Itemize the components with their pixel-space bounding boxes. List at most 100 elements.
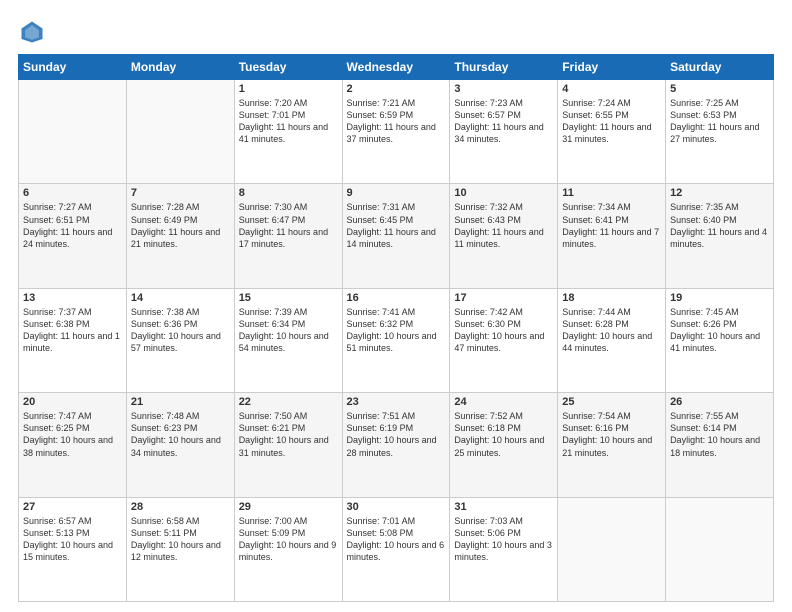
day-info: Sunrise: 7:45 AM Sunset: 6:26 PM Dayligh…: [670, 306, 769, 355]
day-number: 11: [562, 187, 661, 199]
calendar-cell: 2 Sunrise: 7:21 AM Sunset: 6:59 PM Daylig…: [342, 80, 450, 184]
logo: [18, 18, 50, 46]
day-number: 16: [347, 292, 446, 304]
calendar-cell: 10 Sunrise: 7:32 AM Sunset: 6:43 PM Dayli…: [450, 184, 558, 288]
calendar-table: SundayMondayTuesdayWednesdayThursdayFrid…: [18, 54, 774, 602]
calendar-cell: [19, 80, 127, 184]
day-of-week-header: Tuesday: [234, 55, 342, 80]
calendar-week-row: 6 Sunrise: 7:27 AM Sunset: 6:51 PM Daylig…: [19, 184, 774, 288]
day-info: Sunrise: 7:24 AM Sunset: 6:55 PM Dayligh…: [562, 97, 661, 146]
day-of-week-header: Friday: [558, 55, 666, 80]
day-number: 2: [347, 83, 446, 95]
calendar-cell: 1 Sunrise: 7:20 AM Sunset: 7:01 PM Daylig…: [234, 80, 342, 184]
calendar-cell: 23 Sunrise: 7:51 AM Sunset: 6:19 PM Dayli…: [342, 393, 450, 497]
day-number: 10: [454, 187, 553, 199]
day-number: 12: [670, 187, 769, 199]
day-number: 3: [454, 83, 553, 95]
day-number: 26: [670, 396, 769, 408]
day-number: 21: [131, 396, 230, 408]
day-number: 25: [562, 396, 661, 408]
calendar-cell: 30 Sunrise: 7:01 AM Sunset: 5:08 PM Dayli…: [342, 497, 450, 601]
calendar-cell: 12 Sunrise: 7:35 AM Sunset: 6:40 PM Dayli…: [666, 184, 774, 288]
calendar-week-row: 13 Sunrise: 7:37 AM Sunset: 6:38 PM Dayli…: [19, 288, 774, 392]
day-number: 13: [23, 292, 122, 304]
header: [18, 18, 774, 46]
calendar-cell: 27Sunrise: 6:57 AM Sunset: 5:13 PM Dayli…: [19, 497, 127, 601]
calendar-header-row: SundayMondayTuesdayWednesdayThursdayFrid…: [19, 55, 774, 80]
day-number: 15: [239, 292, 338, 304]
day-info: Sunrise: 7:25 AM Sunset: 6:53 PM Dayligh…: [670, 97, 769, 146]
day-of-week-header: Thursday: [450, 55, 558, 80]
day-info: Sunrise: 7:34 AM Sunset: 6:41 PM Dayligh…: [562, 201, 661, 250]
day-info: Sunrise: 7:54 AM Sunset: 6:16 PM Dayligh…: [562, 410, 661, 459]
day-info: Sunrise: 7:32 AM Sunset: 6:43 PM Dayligh…: [454, 201, 553, 250]
day-of-week-header: Saturday: [666, 55, 774, 80]
calendar-week-row: 27Sunrise: 6:57 AM Sunset: 5:13 PM Dayli…: [19, 497, 774, 601]
day-info: Sunrise: 7:37 AM Sunset: 6:38 PM Dayligh…: [23, 306, 122, 355]
day-info: Sunrise: 6:57 AM Sunset: 5:13 PM Dayligh…: [23, 515, 122, 564]
day-info: Sunrise: 7:00 AM Sunset: 5:09 PM Dayligh…: [239, 515, 338, 564]
day-info: Sunrise: 7:21 AM Sunset: 6:59 PM Dayligh…: [347, 97, 446, 146]
day-number: 9: [347, 187, 446, 199]
day-number: 29: [239, 501, 338, 513]
day-info: Sunrise: 7:44 AM Sunset: 6:28 PM Dayligh…: [562, 306, 661, 355]
calendar-cell: 5 Sunrise: 7:25 AM Sunset: 6:53 PM Daylig…: [666, 80, 774, 184]
day-number: 17: [454, 292, 553, 304]
page: SundayMondayTuesdayWednesdayThursdayFrid…: [0, 0, 792, 612]
day-info: Sunrise: 7:51 AM Sunset: 6:19 PM Dayligh…: [347, 410, 446, 459]
day-number: 14: [131, 292, 230, 304]
day-info: Sunrise: 7:52 AM Sunset: 6:18 PM Dayligh…: [454, 410, 553, 459]
calendar-cell: 20 Sunrise: 7:47 AM Sunset: 6:25 PM Dayli…: [19, 393, 127, 497]
calendar-cell: 4 Sunrise: 7:24 AM Sunset: 6:55 PM Daylig…: [558, 80, 666, 184]
day-number: 1: [239, 83, 338, 95]
day-number: 23: [347, 396, 446, 408]
day-info: Sunrise: 7:20 AM Sunset: 7:01 PM Dayligh…: [239, 97, 338, 146]
calendar-week-row: 1 Sunrise: 7:20 AM Sunset: 7:01 PM Daylig…: [19, 80, 774, 184]
calendar-cell: [126, 80, 234, 184]
calendar-cell: 16Sunrise: 7:41 AM Sunset: 6:32 PM Dayli…: [342, 288, 450, 392]
calendar-cell: 18 Sunrise: 7:44 AM Sunset: 6:28 PM Dayli…: [558, 288, 666, 392]
day-number: 20: [23, 396, 122, 408]
day-info: Sunrise: 7:03 AM Sunset: 5:06 PM Dayligh…: [454, 515, 553, 564]
day-info: Sunrise: 7:48 AM Sunset: 6:23 PM Dayligh…: [131, 410, 230, 459]
day-number: 6: [23, 187, 122, 199]
calendar-cell: 19 Sunrise: 7:45 AM Sunset: 6:26 PM Dayli…: [666, 288, 774, 392]
day-number: 31: [454, 501, 553, 513]
calendar-cell: [558, 497, 666, 601]
calendar-cell: 26Sunrise: 7:55 AM Sunset: 6:14 PM Dayli…: [666, 393, 774, 497]
calendar-cell: 14 Sunrise: 7:38 AM Sunset: 6:36 PM Dayli…: [126, 288, 234, 392]
day-info: Sunrise: 7:47 AM Sunset: 6:25 PM Dayligh…: [23, 410, 122, 459]
day-of-week-header: Sunday: [19, 55, 127, 80]
day-info: Sunrise: 7:28 AM Sunset: 6:49 PM Dayligh…: [131, 201, 230, 250]
calendar-cell: [666, 497, 774, 601]
day-info: Sunrise: 7:27 AM Sunset: 6:51 PM Dayligh…: [23, 201, 122, 250]
day-info: Sunrise: 7:38 AM Sunset: 6:36 PM Dayligh…: [131, 306, 230, 355]
day-info: Sunrise: 7:39 AM Sunset: 6:34 PM Dayligh…: [239, 306, 338, 355]
calendar-cell: 15 Sunrise: 7:39 AM Sunset: 6:34 PM Dayli…: [234, 288, 342, 392]
day-number: 18: [562, 292, 661, 304]
calendar-week-row: 20 Sunrise: 7:47 AM Sunset: 6:25 PM Dayli…: [19, 393, 774, 497]
calendar-cell: 17 Sunrise: 7:42 AM Sunset: 6:30 PM Dayli…: [450, 288, 558, 392]
day-number: 19: [670, 292, 769, 304]
calendar-cell: 29 Sunrise: 7:00 AM Sunset: 5:09 PM Dayli…: [234, 497, 342, 601]
calendar-cell: 21 Sunrise: 7:48 AM Sunset: 6:23 PM Dayli…: [126, 393, 234, 497]
calendar-cell: 22Sunrise: 7:50 AM Sunset: 6:21 PM Dayli…: [234, 393, 342, 497]
calendar-cell: 7Sunrise: 7:28 AM Sunset: 6:49 PM Daylig…: [126, 184, 234, 288]
day-info: Sunrise: 7:42 AM Sunset: 6:30 PM Dayligh…: [454, 306, 553, 355]
day-info: Sunrise: 7:31 AM Sunset: 6:45 PM Dayligh…: [347, 201, 446, 250]
day-number: 22: [239, 396, 338, 408]
day-number: 4: [562, 83, 661, 95]
day-number: 5: [670, 83, 769, 95]
calendar-cell: 28 Sunrise: 6:58 AM Sunset: 5:11 PM Dayli…: [126, 497, 234, 601]
calendar-cell: 3 Sunrise: 7:23 AM Sunset: 6:57 PM Daylig…: [450, 80, 558, 184]
day-info: Sunrise: 7:23 AM Sunset: 6:57 PM Dayligh…: [454, 97, 553, 146]
day-number: 30: [347, 501, 446, 513]
day-info: Sunrise: 7:01 AM Sunset: 5:08 PM Dayligh…: [347, 515, 446, 564]
day-number: 8: [239, 187, 338, 199]
day-info: Sunrise: 6:58 AM Sunset: 5:11 PM Dayligh…: [131, 515, 230, 564]
calendar-cell: 8Sunrise: 7:30 AM Sunset: 6:47 PM Daylig…: [234, 184, 342, 288]
day-info: Sunrise: 7:35 AM Sunset: 6:40 PM Dayligh…: [670, 201, 769, 250]
day-number: 24: [454, 396, 553, 408]
calendar-cell: 11 Sunrise: 7:34 AM Sunset: 6:41 PM Dayli…: [558, 184, 666, 288]
day-number: 28: [131, 501, 230, 513]
